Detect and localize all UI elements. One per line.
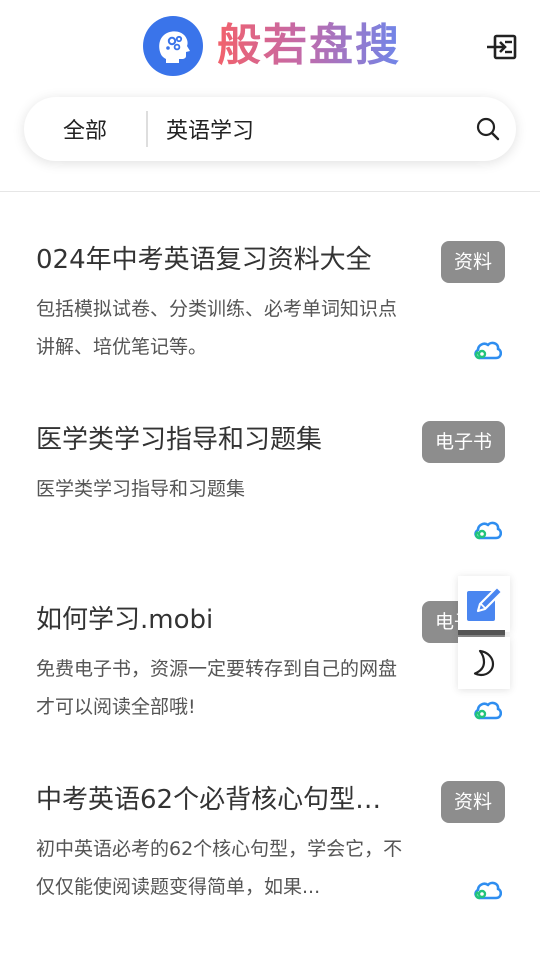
cloud-icon[interactable]	[472, 877, 502, 901]
page: 般若盘搜 全部 024年中考英语复习资料大全 资料	[0, 0, 540, 960]
dark-mode-toggle[interactable]	[458, 637, 510, 689]
search-input[interactable]	[148, 97, 460, 161]
login-icon	[487, 34, 517, 60]
cloud-icon[interactable]	[472, 517, 502, 541]
result-title[interactable]: 医学类学习指导和习题集	[36, 418, 406, 462]
app-title: 般若盘搜	[217, 16, 401, 76]
header-divider	[0, 191, 540, 192]
result-title[interactable]: 中考英语62个必背核心句型+...	[36, 778, 398, 822]
result-item[interactable]: 医学类学习指导和习题集 电子书 医学类学习指导和习题集	[0, 402, 540, 582]
edit-icon	[467, 585, 504, 621]
search-icon	[476, 117, 500, 141]
result-desc: 医学类学习指导和习题集	[36, 478, 246, 500]
moon-icon	[473, 649, 495, 677]
feedback-button[interactable]	[458, 576, 510, 632]
login-button[interactable]	[484, 30, 520, 64]
result-desc: 包括模拟试卷、分类训练、必考单词知识点讲解、培优笔记等。	[36, 298, 398, 358]
result-tag: 电子书	[421, 421, 505, 463]
feedback-underline	[458, 630, 505, 635]
result-title[interactable]: 如何学习.mobi	[36, 598, 406, 642]
cloud-icon[interactable]	[472, 697, 502, 721]
result-desc: 免费电子书，资源一定要转存到自己的网盘才可以阅读全部哦!	[36, 658, 398, 718]
head-brain-icon	[143, 16, 203, 76]
search-category-select[interactable]: 全部	[24, 113, 146, 145]
result-title[interactable]: 024年中考英语复习资料大全	[36, 238, 398, 282]
result-desc: 初中英语必考的62个核心句型，学会它，不仅仅能使阅读题变得简单，如果...	[36, 838, 403, 898]
search-bar: 全部	[24, 97, 516, 161]
result-tag: 资料	[440, 781, 505, 823]
logo[interactable]: 般若盘搜	[143, 16, 401, 76]
search-button[interactable]	[460, 97, 516, 161]
result-tag: 资料	[440, 241, 505, 283]
cloud-icon[interactable]	[472, 337, 502, 361]
result-item[interactable]: 024年中考英语复习资料大全 资料 包括模拟试卷、分类训练、必考单词知识点讲解、…	[0, 222, 540, 402]
result-item[interactable]: 中考英语62个必背核心句型+... 资料 初中英语必考的62个核心句型，学会它，…	[0, 762, 540, 942]
header: 般若盘搜	[0, 0, 540, 92]
